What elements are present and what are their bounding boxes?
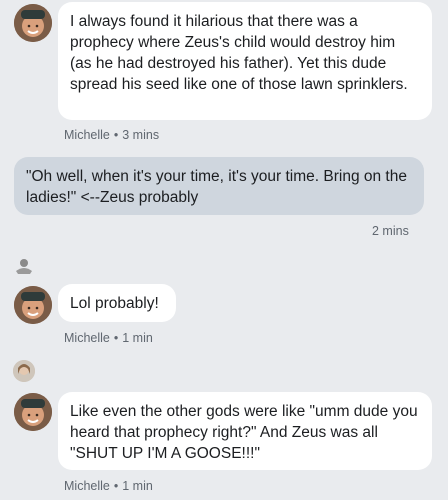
message-text: I always found it hilarious that there w… [70,13,408,93]
seen-avatar [13,360,35,382]
timestamp: 1 min [122,331,153,345]
timestamp: 2 mins [372,224,409,238]
avatar[interactable] [14,393,52,431]
message-bubble[interactable]: Like even the other gods were like "umm … [58,392,432,470]
message-text: Like even the other gods were like "umm … [70,403,418,462]
message-meta: Michelle • 1 min [64,479,153,493]
sender-name: Michelle [64,479,110,493]
avatar[interactable] [14,4,52,42]
separator: • [113,128,119,142]
separator: • [113,331,119,345]
message-text: "Oh well, when it's your time, it's your… [26,168,407,206]
seen-avatar [13,255,35,277]
sender-name: Michelle [64,331,110,345]
sender-name: Michelle [64,128,110,142]
timestamp: 3 mins [122,128,160,142]
message-bubble[interactable]: I always found it hilarious that there w… [58,2,432,120]
message-bubble-outgoing[interactable]: "Oh well, when it's your time, it's your… [14,157,424,215]
message-bubble[interactable]: Lol probably! [58,284,176,322]
timestamp: 1 min [122,479,153,493]
message-meta: Michelle • 3 mins [64,128,159,142]
message-text: Lol probably! [70,295,159,312]
separator: • [113,479,119,493]
message-meta: Michelle • 1 min [64,331,153,345]
avatar[interactable] [14,286,52,324]
